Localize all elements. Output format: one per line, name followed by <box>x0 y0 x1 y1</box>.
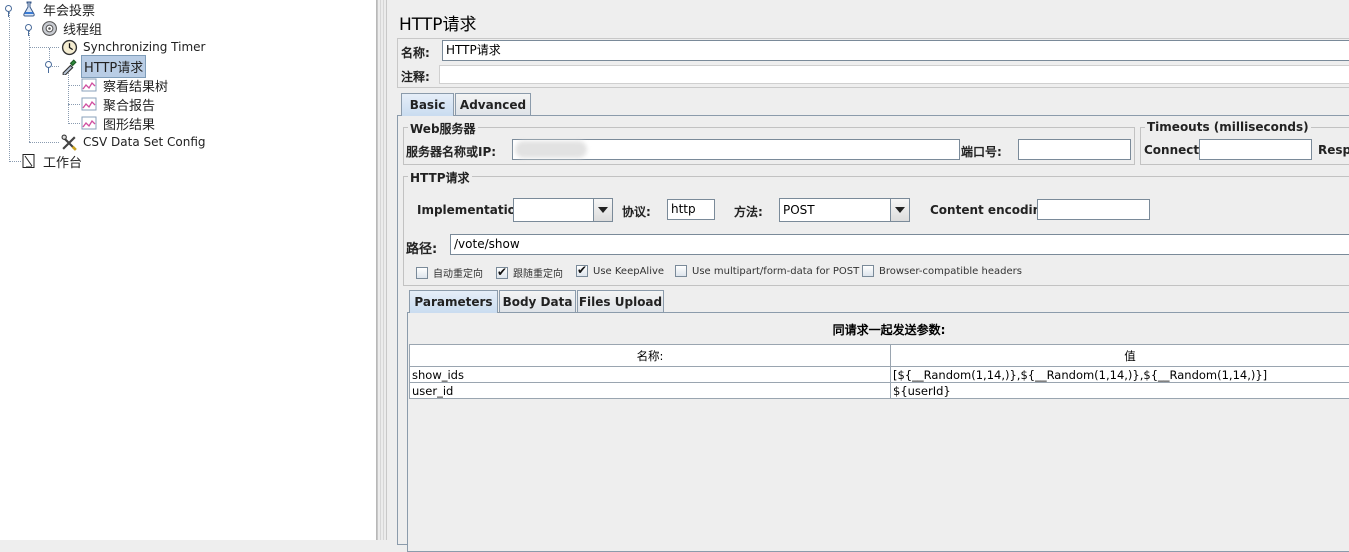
tab-parameters[interactable]: Parameters <box>409 290 498 313</box>
checkbox-box <box>496 267 508 279</box>
port-label: 端口号: <box>961 143 1002 160</box>
method-label: 方法: <box>734 203 763 220</box>
checkbox-label: 自动重定向 <box>433 265 483 280</box>
param-value-cell[interactable]: ${userId} <box>891 383 1349 399</box>
tree-node-label: 线程组 <box>61 18 104 39</box>
param-value-cell[interactable]: [${__Random(1,14,)},${__Random(1,14,)},$… <box>891 367 1349 383</box>
implementation-select[interactable] <box>513 198 613 222</box>
tree-node-label: 工作台 <box>41 151 84 172</box>
browser-compatible-headers-checkbox[interactable]: Browser-compatible headers <box>862 265 1022 277</box>
tree-node-sync-timer[interactable]: Synchronizing Timer <box>60 38 207 56</box>
port-field[interactable] <box>1018 139 1131 160</box>
tree-node-label: CSV Data Set Config <box>81 134 208 150</box>
tree-connector <box>68 104 80 105</box>
method-select[interactable]: POST <box>779 198 910 222</box>
test-plan-icon <box>20 0 38 18</box>
tab-files-upload[interactable]: Files Upload <box>577 290 664 312</box>
chevron-down-icon[interactable] <box>890 199 909 221</box>
server-name-label: 服务器名称或IP: <box>406 143 496 160</box>
http-request-editor: HTTP请求 名称: HTTP请求 注释: Basic Advanced Web… <box>389 0 1349 540</box>
tree-node-label: 图形结果 <box>101 113 157 134</box>
listener-graph-icon <box>80 95 98 113</box>
tree-node-thread-group[interactable]: 线程组 <box>40 19 104 37</box>
parameters-table[interactable]: 名称: 值 show_ids [${__Random(1,14,)},${__R… <box>409 344 1349 399</box>
connect-timeout-field[interactable] <box>1199 139 1312 160</box>
tree-connector <box>29 142 59 143</box>
thread-group-gear-icon <box>40 19 58 37</box>
split-pane-divider[interactable] <box>377 0 387 540</box>
column-header-name[interactable]: 名称: <box>410 345 891 367</box>
tree-connector <box>68 85 80 86</box>
checkbox-label: Use multipart/form-data for POST <box>692 266 859 277</box>
table-row[interactable]: user_id ${userId} <box>410 383 1349 399</box>
web-server-group-title: Web服务器 <box>408 120 478 137</box>
http-request-group-title: HTTP请求 <box>408 169 472 186</box>
protocol-field[interactable]: http <box>667 199 715 220</box>
content-encoding-label: Content encoding: <box>930 203 1055 217</box>
comment-label: 注释: <box>401 68 430 85</box>
tree-expand-toggle[interactable] <box>45 61 52 68</box>
tab-advanced[interactable]: Advanced <box>455 93 531 115</box>
checkbox-box <box>576 265 588 277</box>
checkbox-label: Use KeepAlive <box>593 266 664 277</box>
timeouts-group-title: Timeouts (milliseconds) <box>1145 120 1311 134</box>
tree-connector <box>68 123 80 124</box>
use-multipart-checkbox[interactable]: Use multipart/form-data for POST <box>675 265 859 277</box>
tab-basic[interactable]: Basic <box>401 93 454 116</box>
checkbox-box <box>862 265 874 277</box>
follow-redirects-checkbox[interactable]: 跟随重定向 <box>496 265 563 280</box>
tree-expand-toggle[interactable] <box>25 24 32 31</box>
column-header-value[interactable]: 值 <box>891 345 1349 367</box>
connect-label: Connect: <box>1144 143 1204 157</box>
protocol-label: 协议: <box>622 203 651 220</box>
tree-node-label: Synchronizing Timer <box>81 39 207 55</box>
tree-node-view-results-tree[interactable]: 察看结果树 <box>80 76 170 94</box>
follow-redirects-auto-checkbox[interactable]: 自动重定向 <box>416 265 483 280</box>
use-keepalive-checkbox[interactable]: Use KeepAlive <box>576 265 664 277</box>
tree-connector <box>68 68 69 124</box>
tree-node-workbench[interactable]: 工作台 <box>20 152 84 170</box>
content-encoding-field[interactable] <box>1037 199 1150 220</box>
param-name-cell[interactable]: user_id <box>410 383 891 399</box>
table-header-row: 名称: 值 <box>410 345 1349 367</box>
checkbox-box <box>675 265 687 277</box>
redacted-server-blur <box>515 141 587 158</box>
checkbox-label: Browser-compatible headers <box>879 266 1022 277</box>
tree-node-label: 聚合报告 <box>101 94 157 115</box>
tree-node-test-plan[interactable]: 年会投票 <box>20 0 97 18</box>
checkbox-box <box>416 267 428 279</box>
tree-node-csv-data-set[interactable]: CSV Data Set Config <box>60 133 208 151</box>
http-sampler-pipette-icon <box>60 57 78 75</box>
table-row[interactable]: show_ids [${__Random(1,14,)},${__Random(… <box>410 367 1349 383</box>
method-value: POST <box>783 203 815 217</box>
checkbox-label: 跟随重定向 <box>513 265 563 280</box>
page-title: HTTP请求 <box>399 10 477 35</box>
comment-field[interactable] <box>439 65 1349 84</box>
parameters-caption: 同请求一起发送参数: <box>389 321 1349 338</box>
param-name-cell[interactable]: show_ids <box>410 367 891 383</box>
response-label: Respo <box>1318 143 1349 157</box>
tab-body-data[interactable]: Body Data <box>499 290 576 312</box>
name-label: 名称: <box>401 44 430 61</box>
chevron-down-icon[interactable] <box>593 199 612 221</box>
tree-node-http-request[interactable]: HTTP请求 <box>60 57 146 75</box>
tree-node-aggregate-report[interactable]: 聚合报告 <box>80 95 157 113</box>
path-field[interactable]: /vote/show <box>450 234 1349 255</box>
tree-connector <box>29 47 59 48</box>
tree-node-label: 察看结果树 <box>101 75 170 96</box>
tree-connector <box>9 12 10 162</box>
config-wrench-icon <box>60 133 78 151</box>
path-label: 路径: <box>406 238 437 257</box>
timer-clock-icon <box>60 38 78 56</box>
tree-expand-toggle[interactable] <box>5 5 12 12</box>
tree-node-graph-results[interactable]: 图形结果 <box>80 114 157 132</box>
name-field[interactable]: HTTP请求 <box>442 40 1349 61</box>
listener-graph-icon <box>80 76 98 94</box>
workbench-icon <box>20 152 38 170</box>
test-plan-tree[interactable]: 年会投票 线程组 Synchronizing Timer HTTP请求 察看结果… <box>0 0 377 540</box>
listener-graph-icon <box>80 114 98 132</box>
